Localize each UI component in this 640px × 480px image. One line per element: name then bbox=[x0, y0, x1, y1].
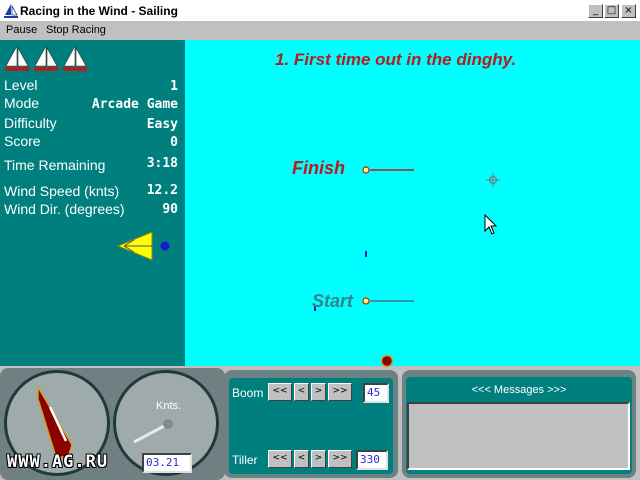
tiller-right-button[interactable]: > bbox=[311, 450, 326, 468]
window-title: Racing in the Wind - Sailing bbox=[20, 4, 178, 18]
mode-value: Arcade Game bbox=[91, 97, 178, 112]
race-course-area[interactable] bbox=[185, 40, 640, 366]
menu-bar: Pause Stop Racing bbox=[0, 22, 640, 40]
menu-pause[interactable]: Pause bbox=[6, 24, 37, 36]
difficulty-label: Difficulty bbox=[4, 115, 57, 131]
start-label: Start bbox=[312, 291, 354, 311]
messages-title: <<< Messages >>> bbox=[471, 384, 567, 396]
boom-label: Boom bbox=[232, 386, 264, 400]
time-remaining-label: Time Remaining bbox=[4, 157, 106, 173]
boom-right-button[interactable]: > bbox=[311, 383, 326, 401]
wind-speed-value: 12.2 bbox=[146, 183, 178, 198]
start-line-marker bbox=[362, 297, 414, 305]
wind-dir-label: Wind Dir. (degrees) bbox=[4, 201, 125, 217]
time-remaining-value: 3:18 bbox=[146, 156, 178, 171]
wind-speed-label: Wind Speed (knts) bbox=[4, 183, 120, 199]
tiller-far-left-button[interactable]: << bbox=[268, 450, 292, 468]
boom-far-right-button[interactable]: >> bbox=[328, 383, 352, 401]
speed-needle-icon bbox=[133, 419, 173, 444]
level-value: 1 bbox=[170, 79, 178, 94]
finish-label: Finish bbox=[292, 158, 345, 178]
wind-dir-value: 90 bbox=[162, 202, 178, 217]
boom-far-left-button[interactable]: << bbox=[268, 383, 292, 401]
score-value: 0 bbox=[170, 135, 178, 150]
tiller-label: Tiller bbox=[232, 453, 258, 467]
score-label: Score bbox=[4, 133, 41, 149]
target-buoy-icon bbox=[486, 173, 500, 187]
status-panel: Level 1 Mode Arcade Game Difficulty Easy… bbox=[0, 40, 185, 366]
speed-gauge-label: Knts. bbox=[156, 400, 182, 412]
mode-label: Mode bbox=[4, 95, 40, 111]
tiller-left-button[interactable]: < bbox=[294, 450, 309, 468]
menu-stop-racing[interactable]: Stop Racing bbox=[46, 24, 106, 36]
maximize-button[interactable]: □ bbox=[604, 4, 619, 18]
difficulty-value: Easy bbox=[146, 117, 178, 132]
finish-line-marker bbox=[362, 166, 414, 174]
boom-left-button[interactable]: < bbox=[294, 383, 309, 401]
tiller-far-right-button[interactable]: >> bbox=[328, 450, 352, 468]
wind-direction-indicator-icon bbox=[116, 231, 170, 261]
minimize-button[interactable]: _ bbox=[588, 4, 603, 18]
tiller-value: 330 bbox=[356, 450, 388, 470]
boom-value: 45 bbox=[363, 383, 389, 403]
lives-sailboats-icon bbox=[5, 45, 87, 71]
watermark: WWW.AG.RU bbox=[7, 452, 109, 472]
mouse-cursor-icon bbox=[484, 214, 498, 235]
level-label: Level bbox=[4, 77, 38, 93]
race-heading: 1. First time out in the dinghy. bbox=[275, 50, 517, 69]
wind-marker bbox=[365, 251, 367, 257]
close-button[interactable]: × bbox=[621, 4, 636, 18]
title-bar: Racing in the Wind - Sailing _ □ × bbox=[0, 0, 640, 22]
speed-readout: 03.21 bbox=[142, 453, 192, 473]
messages-box bbox=[407, 402, 630, 470]
position-indicator-icon bbox=[380, 354, 394, 368]
sailboat-app-icon bbox=[4, 4, 18, 18]
